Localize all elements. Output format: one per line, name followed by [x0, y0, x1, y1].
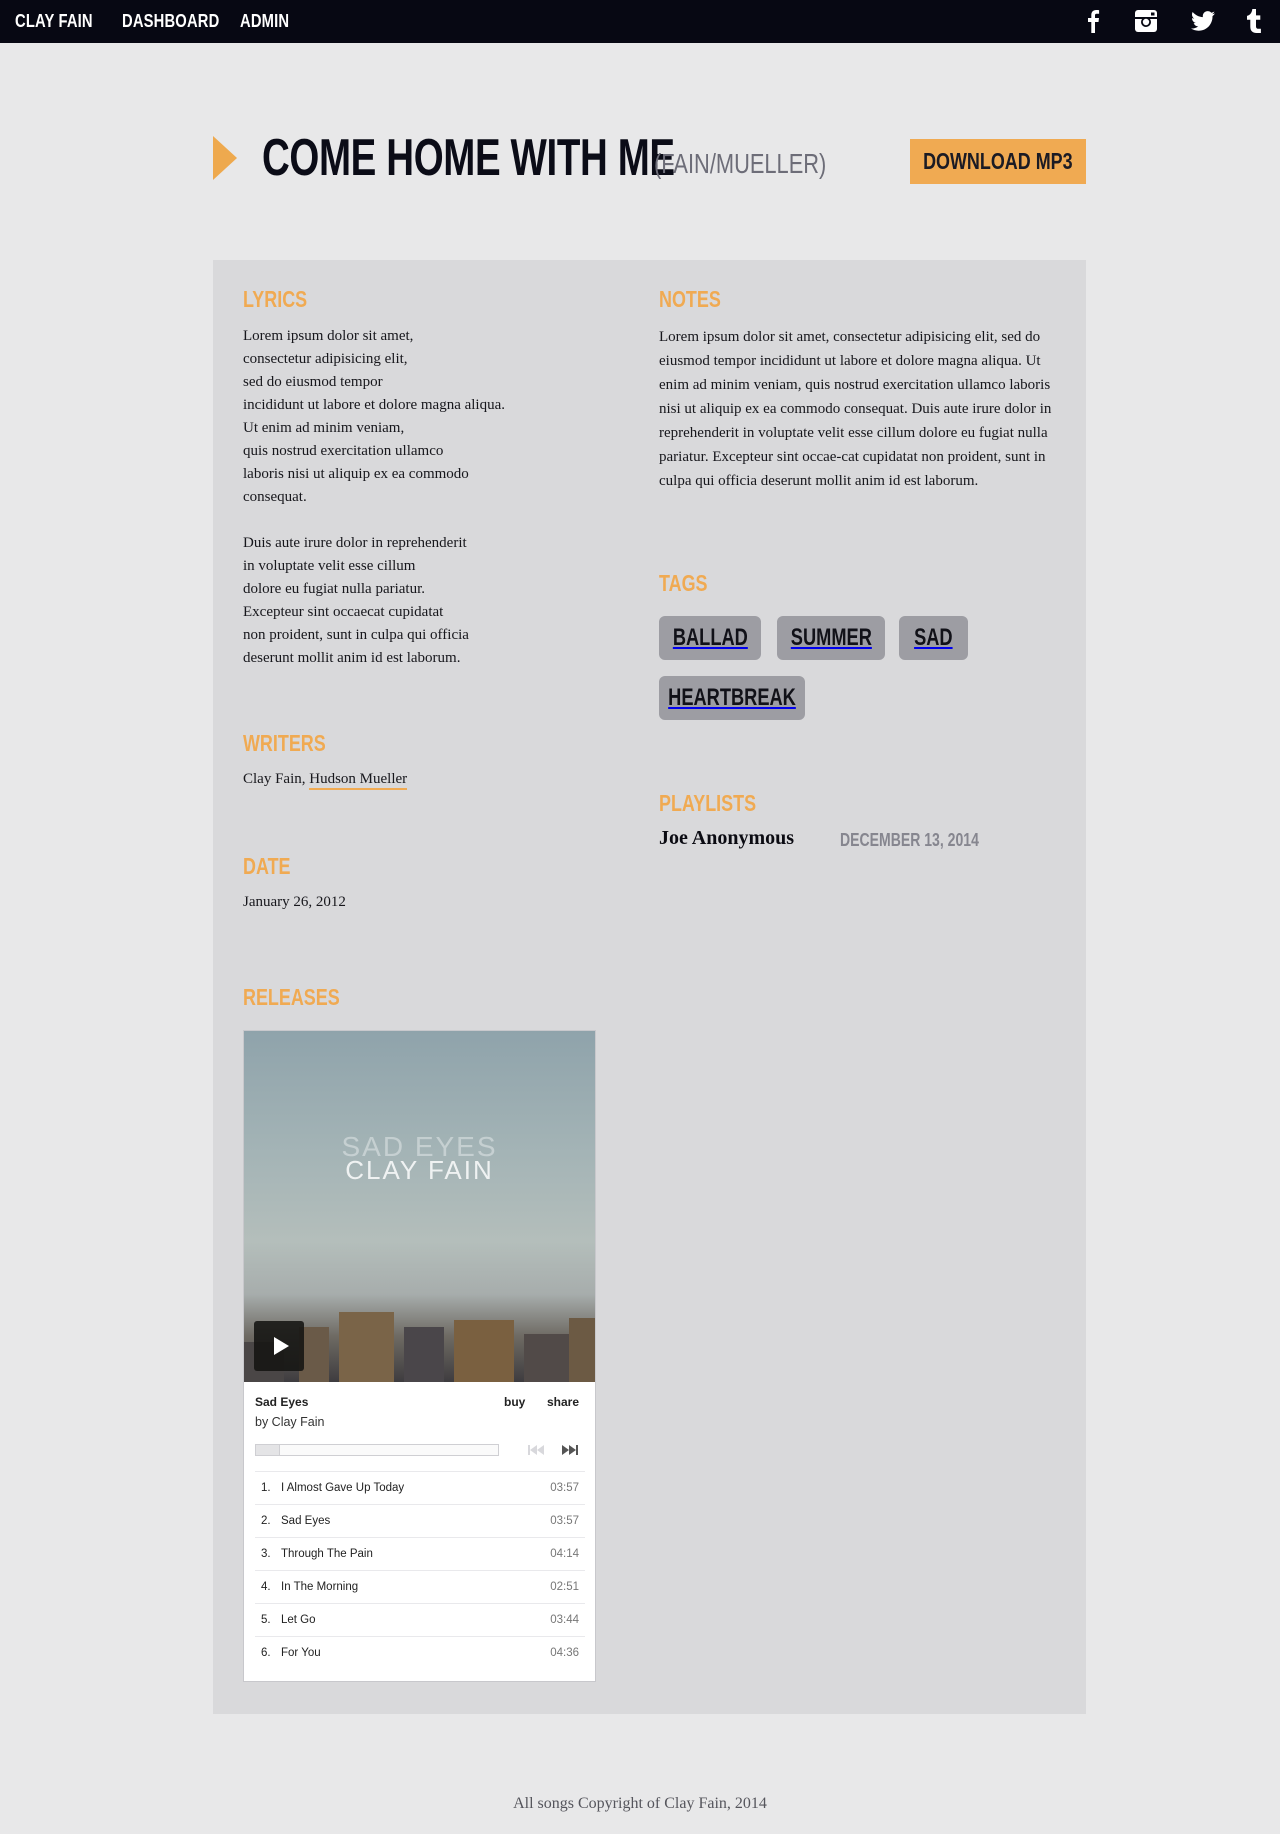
lyric-line: consectetur adipisicing elit, [243, 351, 408, 367]
track-row[interactable]: 4. In The Morning 02:51 [255, 1570, 585, 1603]
tag-summer[interactable]: SUMMER [777, 616, 885, 660]
tag-label: BALLAD [672, 624, 748, 651]
cover-skyline [454, 1320, 514, 1382]
play-arrow-icon [213, 136, 237, 180]
album-title: Sad Eyes [255, 1395, 309, 1409]
song-credit: (FAIN/MUELLER) [654, 148, 827, 179]
lyric-line: laboris nisi ut aliquip ex ea commodo [243, 466, 469, 482]
tag-label: SUMMER [790, 624, 872, 651]
lyric-line: deserunt mollit anim id est laborum. [243, 650, 461, 666]
writer-name: Clay Fain, [243, 771, 310, 787]
play-icon [273, 1337, 289, 1355]
track-row[interactable]: 3. Through The Pain 04:14 [255, 1537, 585, 1570]
next-track-button[interactable] [561, 1443, 579, 1457]
previous-icon [528, 1445, 544, 1455]
track-name: Sad Eyes [281, 1515, 331, 1527]
buy-link[interactable]: buy [504, 1395, 525, 1409]
lyric-line: Excepteur sint occaecat cupidatat [243, 604, 444, 620]
track-number: 1. [261, 1482, 271, 1494]
tag-heartbreak[interactable]: HEARTBREAK [659, 676, 805, 720]
track-name: Let Go [281, 1614, 316, 1626]
next-icon [562, 1445, 578, 1455]
playlist-user-link[interactable]: Joe Anonymous [659, 827, 794, 850]
footer-copyright: All songs Copyright of Clay Fain, 2014 [513, 1795, 767, 1812]
playlist-date: DECEMBER 13, 2014 [840, 830, 979, 850]
twitter-icon[interactable] [1190, 8, 1216, 34]
track-number: 2. [261, 1515, 271, 1527]
track-number: 6. [261, 1647, 271, 1659]
song-title: COME HOME WITH ME [262, 129, 675, 187]
track-duration: 04:36 [550, 1647, 579, 1659]
releases-heading: RELEASES [243, 984, 340, 1010]
lyric-line: Ut enim ad minim veniam, [243, 420, 405, 436]
tumblr-icon[interactable] [1241, 8, 1267, 34]
nav-dashboard[interactable]: DASHBOARD [122, 11, 219, 32]
lyric-line: in voluptate velit esse cillum [243, 558, 416, 574]
lyric-line: sed do eiusmod tempor [243, 374, 383, 390]
cover-skyline [404, 1327, 444, 1382]
track-duration: 03:57 [550, 1515, 579, 1527]
lyric-line: Duis aute irure dolor in reprehenderit [243, 535, 467, 551]
share-link[interactable]: share [547, 1395, 579, 1409]
lyrics-text: Lorem ipsum dolor sit amet, consectetur … [243, 325, 505, 670]
writers-heading: WRITERS [243, 730, 326, 756]
track-name: Through The Pain [281, 1548, 373, 1560]
play-button[interactable] [254, 1321, 304, 1371]
progress-handle[interactable] [256, 1445, 280, 1455]
notes-text: Lorem ipsum dolor sit amet, consectetur … [659, 329, 1052, 489]
track-number: 5. [261, 1614, 271, 1626]
tag-label: SAD [914, 624, 953, 651]
track-row[interactable]: 2. Sad Eyes 03:57 [255, 1504, 585, 1537]
tag-ballad[interactable]: BALLAD [659, 616, 761, 660]
cover-skyline [339, 1312, 394, 1382]
playlists-heading: PLAYLISTS [659, 790, 757, 816]
track-row[interactable]: 6. For You 04:36 [255, 1636, 585, 1669]
cover-skyline [524, 1334, 569, 1382]
lyrics-heading: LYRICS [243, 286, 308, 312]
previous-track-button[interactable] [527, 1443, 545, 1457]
writer-link[interactable]: Hudson Mueller [309, 771, 408, 790]
track-name: For You [281, 1647, 321, 1659]
date-value: January 26, 2012 [243, 894, 346, 910]
lyric-stanza-break [243, 509, 505, 532]
track-duration: 02:51 [550, 1581, 579, 1593]
track-row[interactable]: 1. I Almost Gave Up Today 03:57 [255, 1471, 585, 1504]
download-mp3-label: DOWNLOAD MP3 [923, 148, 1073, 174]
download-mp3-button[interactable]: DOWNLOAD MP3 [910, 139, 1086, 184]
track-number: 3. [261, 1548, 271, 1560]
track-duration: 04:14 [550, 1548, 579, 1560]
lyric-line: Lorem ipsum dolor sit amet, [243, 328, 414, 344]
track-number: 4. [261, 1581, 271, 1593]
track-name: I Almost Gave Up Today [281, 1482, 405, 1494]
track-row[interactable]: 5. Let Go 03:44 [255, 1603, 585, 1636]
song-details-panel: LYRICS Lorem ipsum dolor sit amet, conse… [213, 260, 1086, 1714]
album-cover: SAD EYES CLAY FAIN [244, 1031, 595, 1382]
tags-heading: TAGS [659, 570, 708, 596]
track-list: 1. I Almost Gave Up Today 03:57 2. Sad E… [255, 1471, 585, 1669]
lyric-line: consequat. [243, 489, 307, 505]
writers-list: Clay Fain, Hudson Mueller [243, 768, 408, 791]
track-duration: 03:57 [550, 1482, 579, 1494]
tag-sad[interactable]: SAD [899, 616, 968, 660]
track-name: In The Morning [281, 1581, 359, 1593]
tag-label: HEARTBREAK [668, 684, 796, 711]
cover-skyline [569, 1318, 595, 1382]
date-heading: DATE [243, 853, 291, 879]
brand-link[interactable]: CLAY FAIN [15, 11, 93, 32]
lyric-line: quis nostrud exercitation ullamco [243, 443, 444, 459]
lyric-line: incididunt ut labore et dolore magna ali… [243, 397, 506, 413]
nav-admin[interactable]: ADMIN [240, 11, 289, 32]
facebook-icon[interactable] [1080, 8, 1106, 34]
lyric-line: dolore eu fugiat nulla pariatur. [243, 581, 426, 597]
instagram-icon[interactable] [1133, 8, 1159, 34]
progress-bar[interactable] [255, 1444, 499, 1456]
cover-artist: CLAY FAIN [345, 1155, 494, 1185]
lyric-line: non proident, sunt in culpa qui officia [243, 627, 469, 643]
top-nav: CLAY FAIN DASHBOARD ADMIN [0, 0, 1280, 43]
album-artist: by Clay Fain [255, 1415, 325, 1429]
track-duration: 03:44 [550, 1614, 579, 1626]
release-player: SAD EYES CLAY FAIN Sad Eyes by Clay Fain… [243, 1030, 596, 1682]
notes-heading: NOTES [659, 286, 721, 312]
